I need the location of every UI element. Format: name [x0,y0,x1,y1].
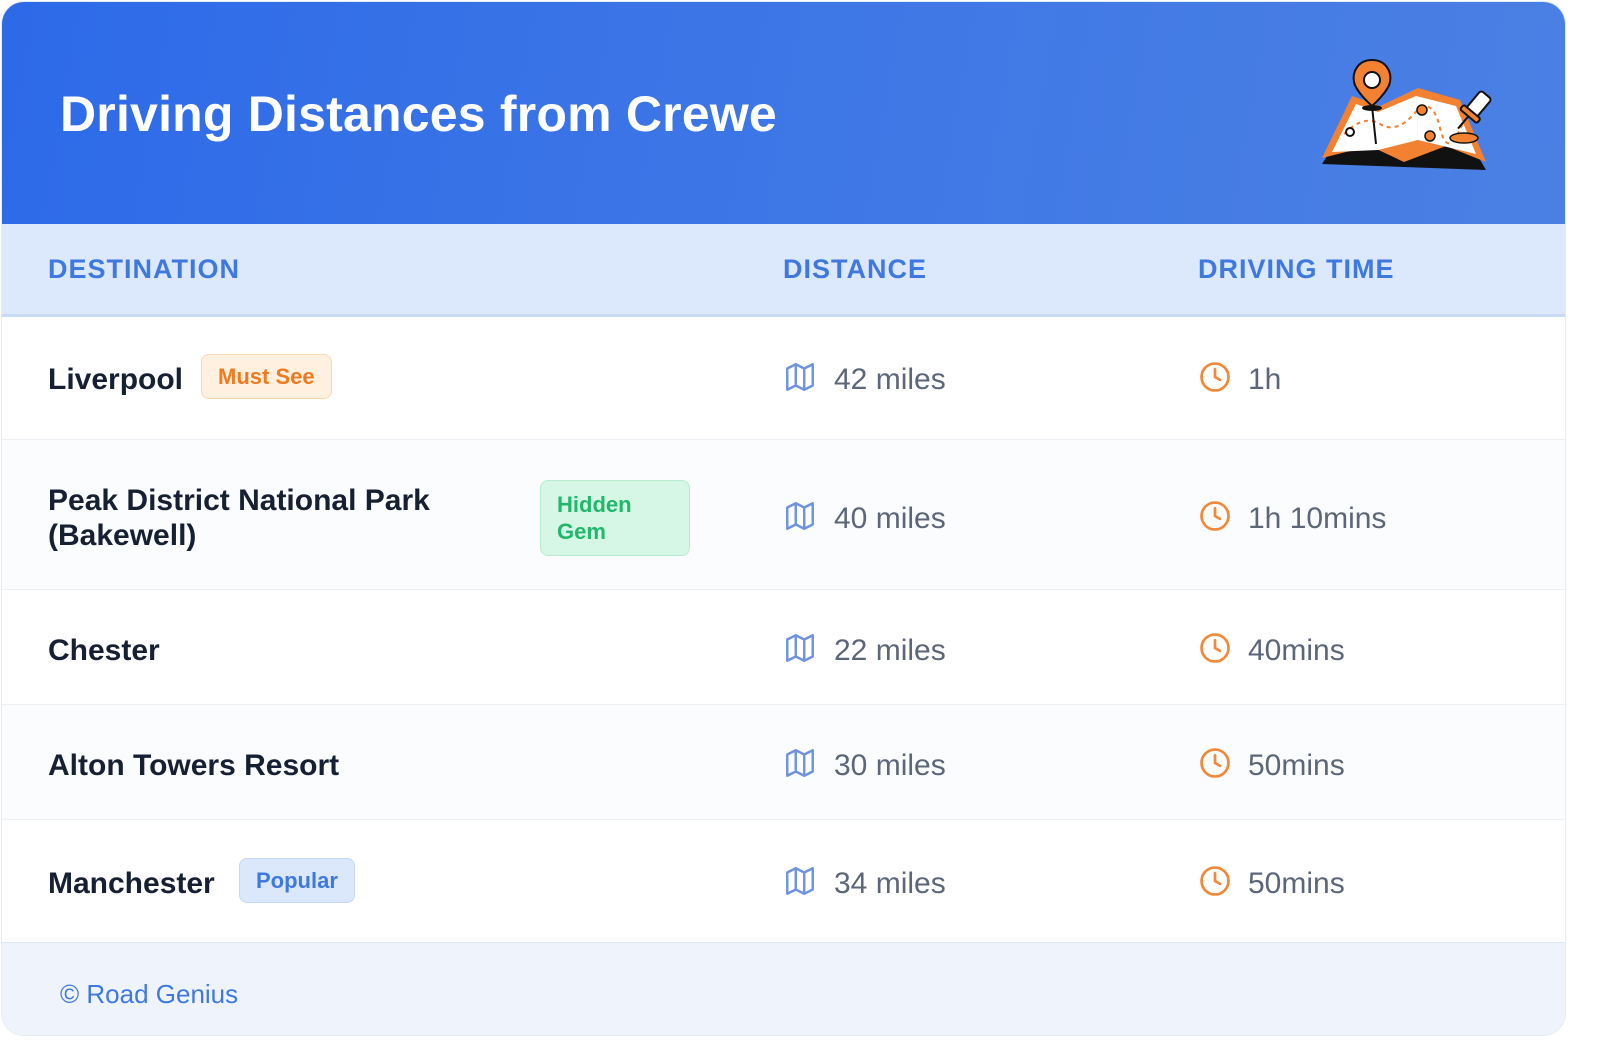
destination-name: Alton Towers Resort [48,749,340,782]
clock-icon [1200,501,1230,531]
footer: © Road Genius [2,942,1565,1035]
destination-name-line2: (Bakewell) [48,519,197,552]
table-row: Alton Towers Resort 30 miles 50mins [2,705,1565,820]
footer-credit[interactable]: © Road Genius [60,979,238,1010]
distance-value: 34 miles [834,867,946,900]
must-see-badge: Must See [201,354,332,399]
map-icon [786,502,814,530]
map-icon [786,867,814,895]
driving-time-value: 50mins [1248,867,1345,900]
driving-time-value: 1h [1248,363,1282,396]
driving-time-value: 1h 10mins [1248,502,1387,535]
distances-card: Driving Distances from Crewe DESTINATION [2,2,1565,1035]
table-row: Manchester Popular 34 miles 50mins [2,820,1565,942]
distance-value: 30 miles [834,749,946,782]
destination-name: Chester [48,634,160,667]
popular-badge: Popular [239,858,355,903]
clock-icon [1200,748,1230,778]
map-icon [786,634,814,662]
badge-line1: Hidden [557,492,632,517]
driving-time-value: 50mins [1248,749,1345,782]
badge-line2: Gem [557,519,606,544]
column-header-destination: DESTINATION [48,254,240,284]
table-row: Peak District National Park (Bakewell) H… [2,440,1565,590]
hidden-gem-badge: Hidden Gem [540,480,690,556]
table-row: Chester 22 miles 40mins [2,590,1565,705]
destination-name-line1: Peak District National Park [48,484,430,517]
distance-value: 22 miles [834,634,946,667]
distance-value: 40 miles [834,502,946,535]
table-row: Liverpool Must See 42 miles 1h [2,316,1565,440]
destination-name: Manchester [48,867,215,900]
map-with-pins-icon [1322,58,1492,170]
clock-icon [1200,866,1230,896]
column-header-distance: DISTANCE [783,254,928,284]
clock-icon [1200,362,1230,392]
distance-value: 42 miles [834,363,946,396]
map-icon [786,749,814,777]
clock-icon [1200,633,1230,663]
destination-name: Liverpool [48,363,184,396]
column-header-driving-time: DRIVING TIME [1198,254,1395,284]
table-header: DESTINATION DISTANCE DRIVING TIME [2,224,1565,317]
header-banner: Driving Distances from Crewe [2,2,1565,224]
destination-name: Peak District National Park (Bakewell) [48,483,430,553]
map-icon [786,363,814,391]
page-title: Driving Distances from Crewe [60,86,777,142]
driving-time-value: 40mins [1248,634,1345,667]
